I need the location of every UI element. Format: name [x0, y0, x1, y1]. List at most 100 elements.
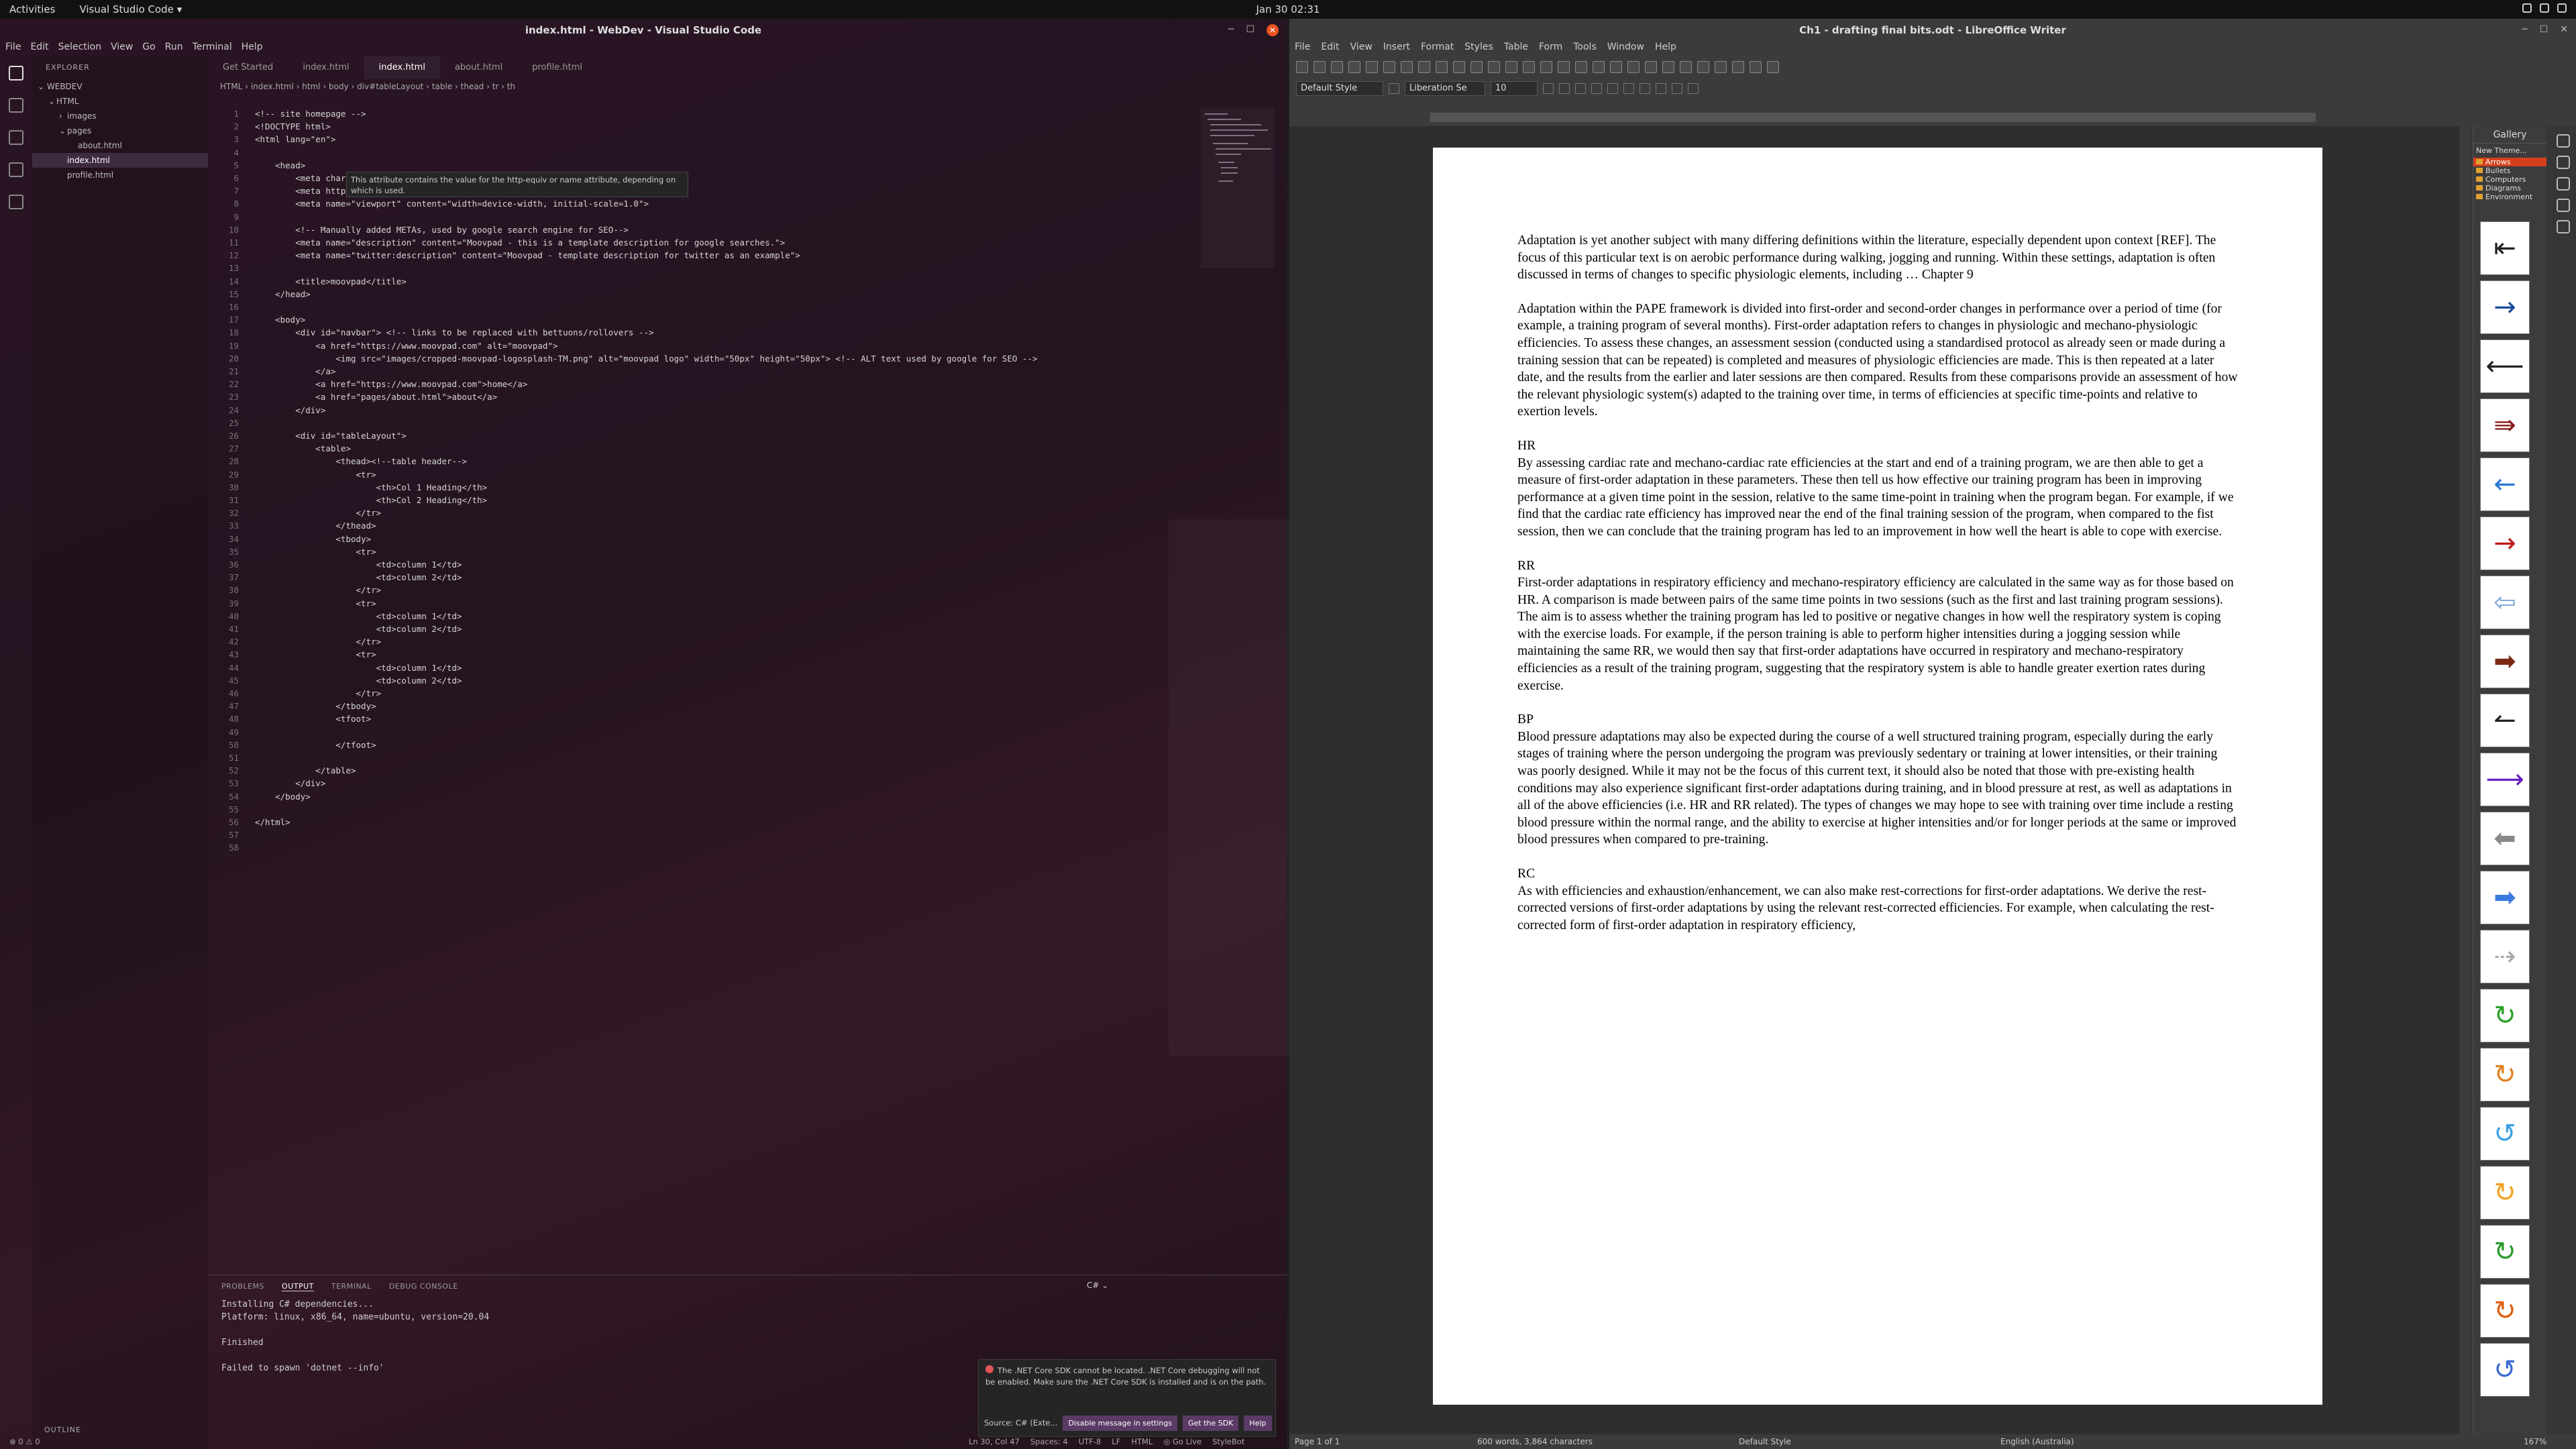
- document-page[interactable]: Adaptation is yet another subject with m…: [1433, 148, 2322, 1405]
- hyperlink-icon[interactable]: [1680, 61, 1692, 73]
- extensions-icon[interactable]: [9, 195, 23, 209]
- search-icon[interactable]: [9, 98, 23, 113]
- clock[interactable]: Jan 30 02:31: [0, 3, 2576, 15]
- italic-icon[interactable]: [1559, 83, 1570, 94]
- gallery-theme-computers[interactable]: Computers: [2473, 175, 2546, 184]
- gallery-item[interactable]: ⬅: [2480, 812, 2530, 865]
- outline-section[interactable]: OUTLINE: [32, 1426, 81, 1434]
- page-style[interactable]: Default Style: [1739, 1437, 1791, 1446]
- menu-item-edit[interactable]: Edit: [30, 42, 48, 56]
- menu-item-help[interactable]: Help: [241, 42, 263, 56]
- gallery-theme-arrows[interactable]: Arrows: [2473, 158, 2546, 166]
- gallery-item[interactable]: →: [2480, 517, 2530, 570]
- menu-item-edit[interactable]: Edit: [1321, 42, 1339, 56]
- gallery-theme-environment[interactable]: Environment: [2473, 193, 2546, 201]
- menu-item-selection[interactable]: Selection: [58, 42, 102, 56]
- minimize-icon[interactable]: ─: [2522, 24, 2527, 35]
- new-icon[interactable]: [1296, 61, 1308, 73]
- tab-get-started[interactable]: Get Started: [208, 56, 288, 79]
- spelling-icon[interactable]: [1523, 61, 1535, 73]
- gallery-item[interactable]: ⇦: [2480, 576, 2530, 629]
- status-item[interactable]: Spaces: 4: [1030, 1437, 1068, 1446]
- menu-item-help[interactable]: Help: [1655, 42, 1676, 56]
- activities-button[interactable]: Activities: [9, 3, 55, 15]
- get-sdk-button[interactable]: Get the SDK: [1183, 1415, 1239, 1431]
- gallery-item[interactable]: ↻: [2480, 1225, 2530, 1279]
- gallery-item[interactable]: ⟶: [2480, 753, 2530, 806]
- ruler[interactable]: [1430, 113, 2316, 122]
- menu-item-file[interactable]: File: [1295, 42, 1310, 56]
- update-style-icon[interactable]: [1389, 83, 1399, 94]
- maximize-icon[interactable]: ☐: [2540, 24, 2548, 35]
- zoom-level[interactable]: 167%: [2524, 1437, 2546, 1446]
- chart-icon[interactable]: [1593, 61, 1605, 73]
- menu-item-table[interactable]: Table: [1504, 42, 1528, 56]
- panel-tab-output[interactable]: OUTPUT: [282, 1282, 314, 1291]
- properties-icon[interactable]: [2557, 134, 2570, 148]
- gallery-item[interactable]: ↺: [2480, 1343, 2530, 1397]
- tree-item[interactable]: profile.html: [32, 168, 208, 182]
- menu-item-go[interactable]: Go: [142, 42, 155, 56]
- close-icon[interactable]: ✕: [1267, 24, 1279, 36]
- export-pdf-icon[interactable]: [1348, 61, 1360, 73]
- tree-item[interactable]: › images: [32, 109, 208, 123]
- page-count[interactable]: Page 1 of 1: [1295, 1437, 1340, 1446]
- redo-icon[interactable]: [1488, 61, 1500, 73]
- page-break-icon[interactable]: [1627, 61, 1640, 73]
- save-icon[interactable]: [1331, 61, 1343, 73]
- gallery-item[interactable]: ↼: [2480, 694, 2530, 747]
- help-button[interactable]: Help: [1244, 1415, 1272, 1431]
- gallery-item[interactable]: ↻: [2480, 1048, 2530, 1102]
- minimap[interactable]: [1201, 107, 1275, 268]
- menu-item-tools[interactable]: Tools: [1573, 42, 1597, 56]
- gallery-theme-bullets[interactable]: Bullets: [2473, 166, 2546, 175]
- gallery-item[interactable]: ↻: [2480, 1166, 2530, 1220]
- word-count[interactable]: 600 words, 3,864 characters: [1477, 1437, 1593, 1446]
- panel-tab-terminal[interactable]: TERMINAL: [331, 1282, 372, 1291]
- menu-item-window[interactable]: Window: [1607, 42, 1644, 56]
- cut-icon[interactable]: [1401, 61, 1413, 73]
- maximize-icon[interactable]: ☐: [1246, 24, 1254, 36]
- field-icon[interactable]: [1645, 61, 1657, 73]
- page-icon[interactable]: [2557, 220, 2570, 233]
- output-channel-select[interactable]: C# ⌄: [1087, 1281, 1108, 1290]
- gallery-item[interactable]: ↺: [2480, 1107, 2530, 1161]
- font-color-icon[interactable]: [1591, 83, 1602, 94]
- navigator-icon[interactable]: [2557, 199, 2570, 212]
- tree-item[interactable]: ⌄ pages: [32, 123, 208, 138]
- underline-icon[interactable]: [1575, 83, 1586, 94]
- image-icon[interactable]: [1575, 61, 1587, 73]
- align-center-icon[interactable]: [1640, 83, 1650, 94]
- print-icon[interactable]: [1366, 61, 1378, 73]
- tab-index-html[interactable]: index.html: [288, 56, 364, 79]
- panel-tab-debug-console[interactable]: DEBUG CONSOLE: [389, 1282, 458, 1291]
- gallery-theme-diagrams[interactable]: Diagrams: [2473, 184, 2546, 193]
- gallery-item[interactable]: ➡: [2480, 871, 2530, 924]
- table-icon[interactable]: [1558, 61, 1570, 73]
- shapes-icon[interactable]: [1767, 61, 1779, 73]
- align-left-icon[interactable]: [1623, 83, 1634, 94]
- app-menu[interactable]: Visual Studio Code ▾: [79, 3, 182, 15]
- find-icon[interactable]: [1505, 61, 1517, 73]
- text-box-icon[interactable]: [1610, 61, 1622, 73]
- clone-icon[interactable]: [1453, 61, 1465, 73]
- undo-icon[interactable]: [1470, 61, 1483, 73]
- copy-icon[interactable]: [1418, 61, 1430, 73]
- gallery-item[interactable]: ←: [2480, 458, 2530, 511]
- gallery-item[interactable]: ⇛: [2480, 398, 2530, 452]
- menu-item-view[interactable]: View: [111, 42, 133, 56]
- menu-item-form[interactable]: Form: [1539, 42, 1562, 56]
- project-folder[interactable]: ⌄ WEBDEV: [32, 79, 208, 94]
- tab-about-html[interactable]: about.html: [440, 56, 517, 79]
- panel-tab-problems[interactable]: PROBLEMS: [221, 1282, 264, 1291]
- gallery-item[interactable]: ↻: [2480, 1284, 2530, 1338]
- gallery-icon[interactable]: [2557, 177, 2570, 191]
- status-item[interactable]: StyleBot: [1212, 1437, 1244, 1446]
- problems-count[interactable]: ⊗ 0 ⚠ 0: [9, 1437, 40, 1446]
- menu-item-insert[interactable]: Insert: [1383, 42, 1410, 56]
- menu-item-view[interactable]: View: [1350, 42, 1373, 56]
- gallery-item[interactable]: ⟵: [2480, 339, 2530, 393]
- footnote-icon[interactable]: [1697, 61, 1709, 73]
- status-item[interactable]: HTML: [1131, 1437, 1152, 1446]
- line-icon[interactable]: [1750, 61, 1762, 73]
